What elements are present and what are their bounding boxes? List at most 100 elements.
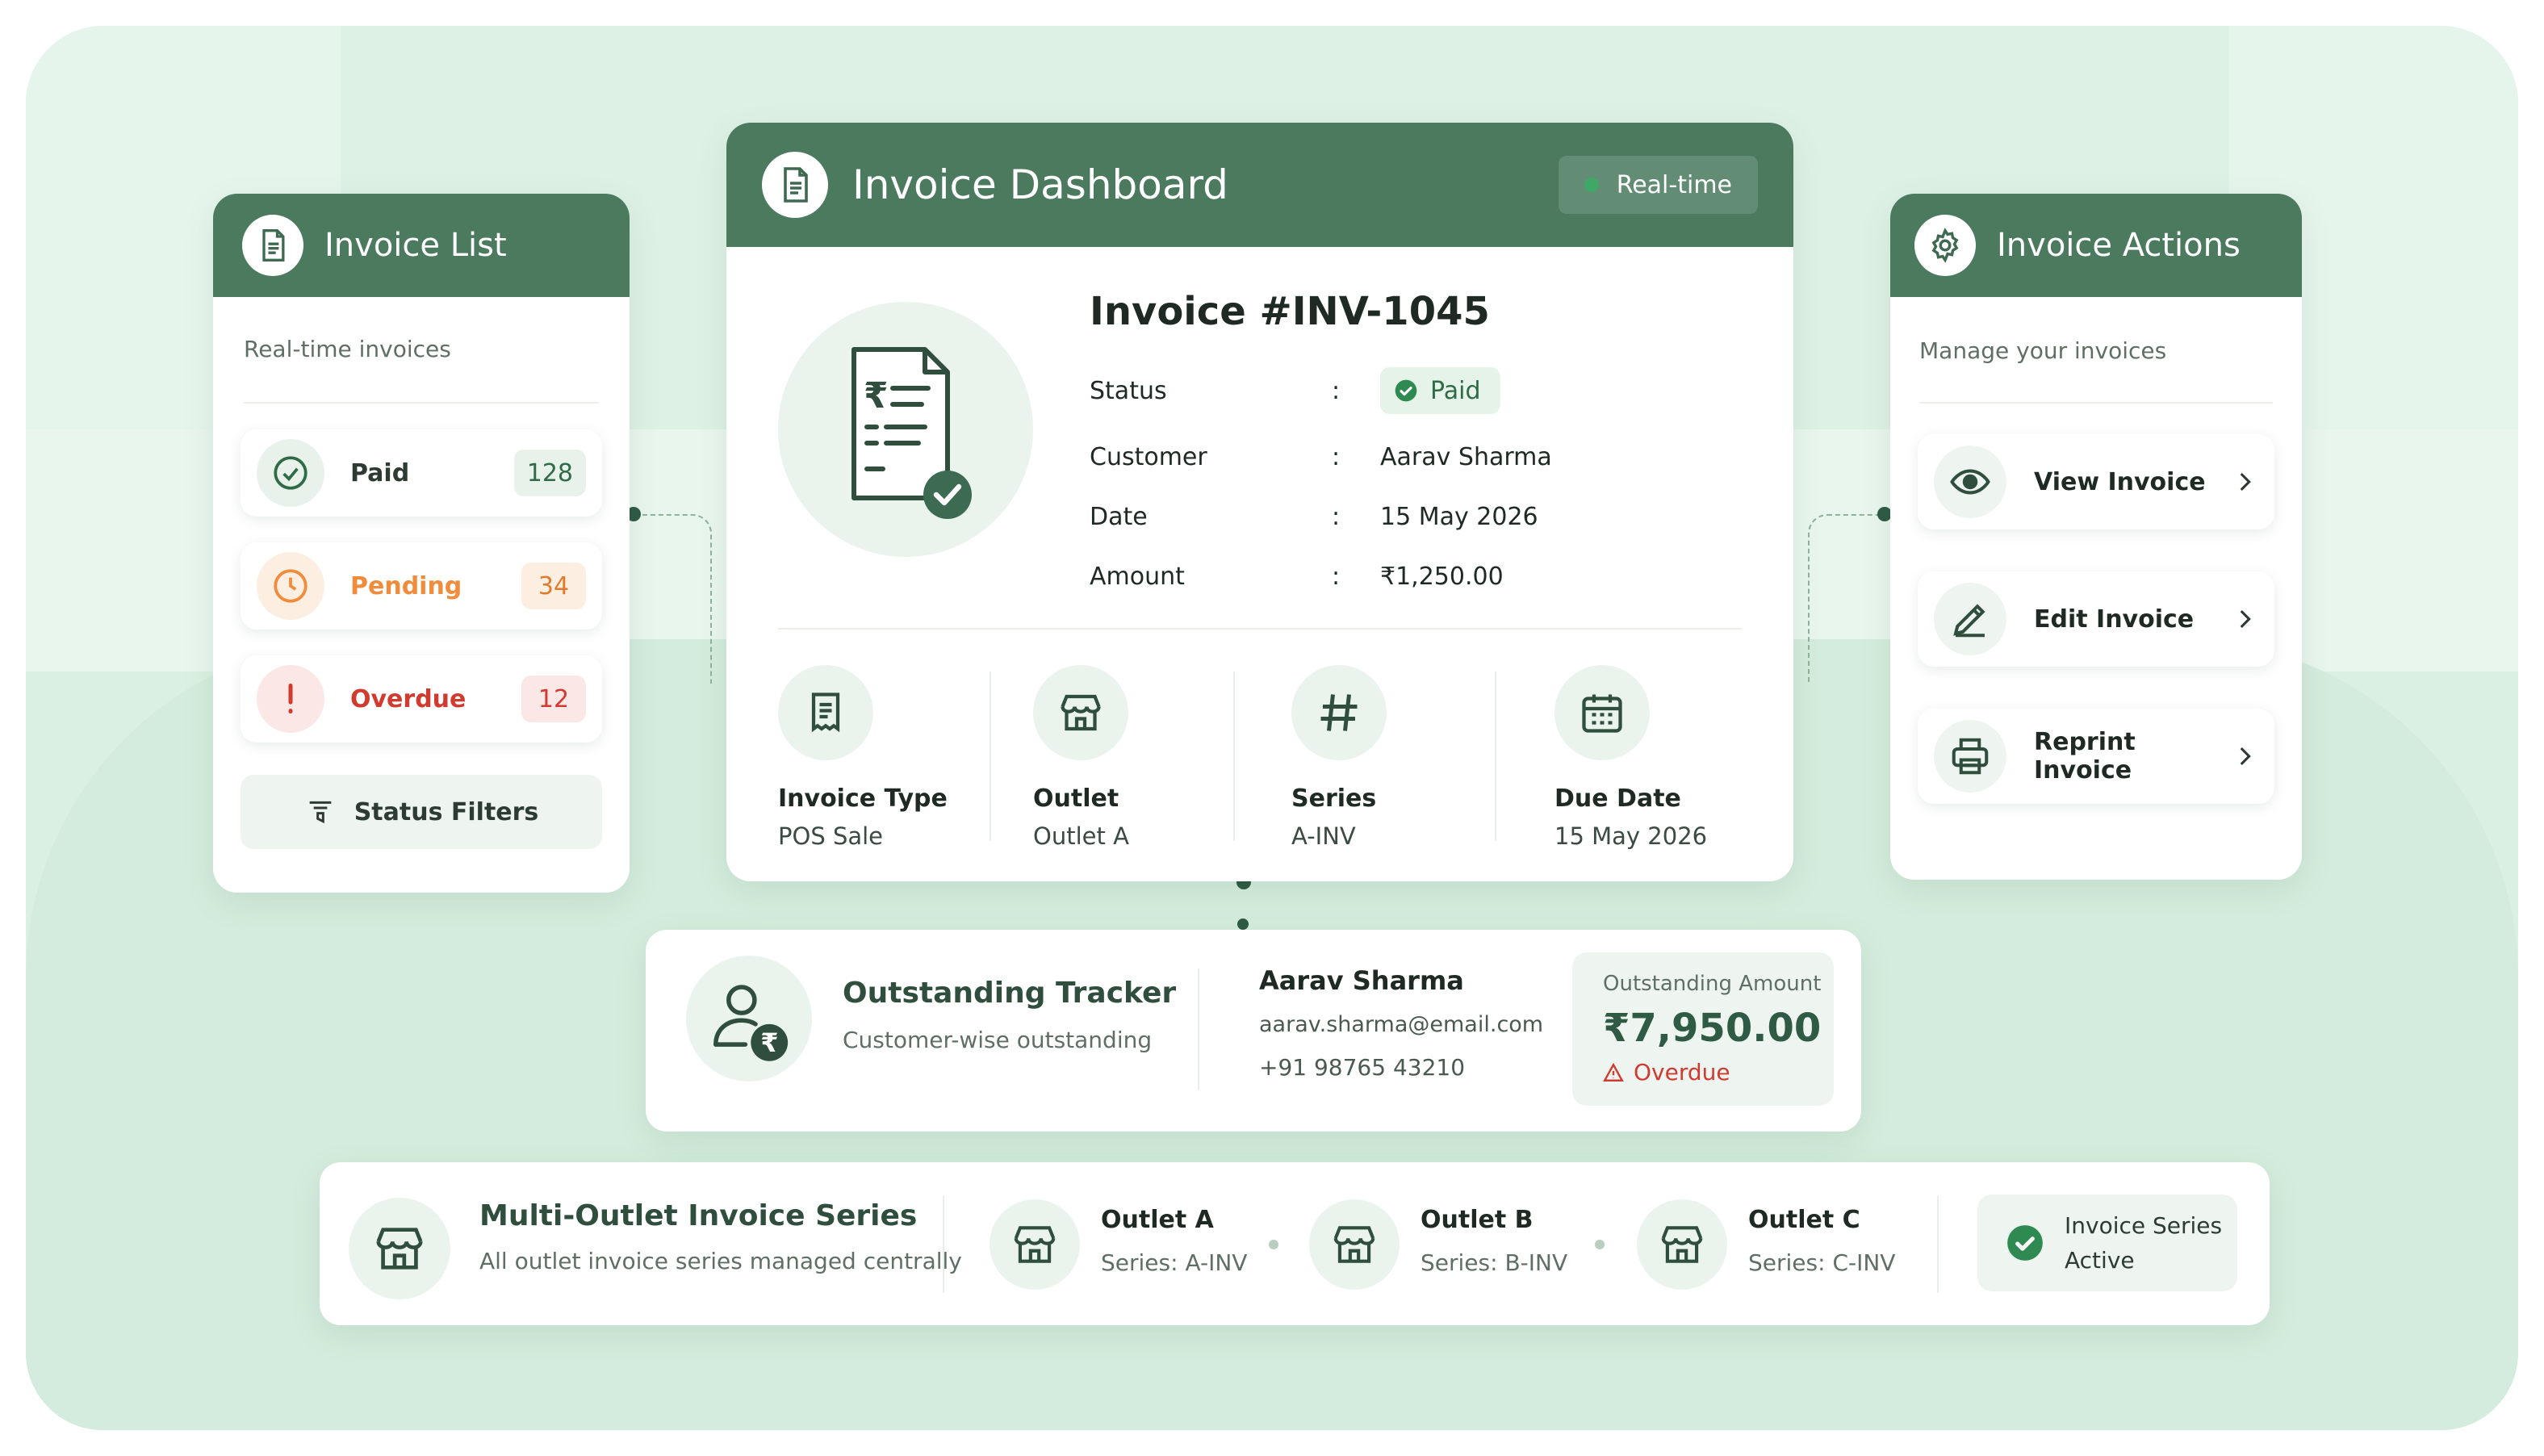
- field-date: Date : 15 May 2026: [1090, 492, 1538, 541]
- field-separator: :: [1332, 376, 1341, 405]
- warning-icon: [1603, 1062, 1624, 1083]
- customer-rupee-icon: ₹: [686, 956, 812, 1082]
- divider: [1919, 402, 2273, 404]
- view-invoice-button[interactable]: View Invoice: [1918, 434, 2274, 529]
- chevron-right-icon: [2231, 605, 2258, 633]
- svg-text:₹: ₹: [760, 1027, 778, 1058]
- check-circle-icon: [2005, 1223, 2045, 1263]
- meta-label: Due Date: [1554, 784, 1681, 813]
- chevron-right-icon: [2231, 743, 2258, 770]
- divider: [1198, 969, 1199, 1090]
- document-icon: [242, 215, 303, 276]
- series-active-line1: Invoice Series: [2065, 1211, 2223, 1239]
- amount-value: ₹1,250.00: [1380, 562, 1504, 591]
- store-icon: [349, 1198, 450, 1299]
- meta-value: 15 May 2026: [1554, 822, 1708, 850]
- meta-value: A-INV: [1291, 822, 1356, 850]
- invoice-dashboard-title: Invoice Dashboard: [852, 161, 1228, 208]
- status-count-overdue: 12: [521, 676, 586, 722]
- outlet-c-series: Series: C-INV: [1748, 1249, 1896, 1276]
- status-label-paid: Paid: [350, 458, 410, 487]
- outlet-a-name: Outlet A: [1101, 1206, 1214, 1234]
- svg-text:₹: ₹: [864, 375, 889, 416]
- series-active-text: Invoice Series Active: [2065, 1208, 2222, 1278]
- invoice-list-header: Invoice List: [213, 194, 630, 297]
- invoice-actions-title: Invoice Actions: [1997, 227, 2241, 264]
- outlet-a-series: Series: A-INV: [1101, 1249, 1248, 1276]
- divider: [1233, 672, 1235, 841]
- outlet-c-name: Outlet C: [1748, 1206, 1860, 1234]
- date-value: 15 May 2026: [1380, 502, 1538, 531]
- hash-icon: [1291, 665, 1387, 760]
- exclamation-icon: [257, 665, 324, 733]
- series-subtitle: All outlet invoice series managed centra…: [479, 1248, 962, 1274]
- outstanding-amount-label: Outstanding Amount: [1603, 972, 1822, 996]
- status-item-overdue[interactable]: Overdue 12: [241, 655, 602, 743]
- separator-dot: [1269, 1240, 1278, 1249]
- status-value: Paid: [1430, 376, 1481, 405]
- store-icon: [990, 1199, 1080, 1290]
- status-filters-button[interactable]: Status Filters: [241, 775, 602, 849]
- customer-email[interactable]: aarav.sharma@email.com: [1259, 1012, 1543, 1037]
- status-count-paid: 128: [513, 450, 586, 496]
- meta-invoice-type: Invoice Type POS Sale: [778, 665, 948, 850]
- overdue-status-label: Overdue: [1634, 1059, 1730, 1086]
- multi-outlet-series-card: Multi-Outlet Invoice Series All outlet i…: [320, 1162, 2270, 1325]
- series-active-badge: Invoice Series Active: [1977, 1195, 2237, 1291]
- meta-label: Series: [1291, 784, 1377, 813]
- invoice-dashboard-card: Invoice Dashboard Real-time ₹ Invoice #I…: [726, 123, 1793, 881]
- field-status: Status : Paid: [1090, 366, 1500, 415]
- invoice-actions-header: Invoice Actions: [1890, 194, 2302, 297]
- connector-right: [1808, 514, 1885, 684]
- divider: [778, 628, 1742, 630]
- overdue-status: Overdue: [1603, 1059, 1834, 1086]
- reprint-invoice-button[interactable]: Reprint Invoice: [1918, 709, 2274, 804]
- status-item-pending[interactable]: Pending 34: [241, 542, 602, 630]
- chevron-right-icon: [2231, 468, 2258, 496]
- outstanding-amount-box: Outstanding Amount ₹7,950.00 Overdue: [1572, 952, 1834, 1106]
- series-title: Multi-Outlet Invoice Series: [479, 1199, 918, 1232]
- invoice-illustration: ₹: [778, 302, 1033, 557]
- field-key: Date: [1090, 502, 1148, 531]
- store-icon: [1309, 1199, 1400, 1290]
- clock-icon: [257, 552, 324, 620]
- outlet-b-name: Outlet B: [1421, 1206, 1534, 1234]
- field-customer: Customer : Aarav Sharma: [1090, 433, 1552, 481]
- outlet-b-series: Series: B-INV: [1421, 1249, 1568, 1276]
- tracker-title: Outstanding Tracker: [843, 977, 1177, 1010]
- check-circle-icon: [1393, 378, 1419, 404]
- invoice-list-card: Invoice List Real-time invoices Paid 128…: [213, 194, 630, 893]
- pencil-icon: [1934, 583, 2006, 655]
- status-item-paid[interactable]: Paid 128: [241, 429, 602, 517]
- calendar-icon: [1554, 665, 1650, 760]
- receipt-icon: [778, 665, 873, 760]
- field-amount: Amount : ₹1,250.00: [1090, 552, 1504, 600]
- gear-icon: [1914, 215, 1976, 276]
- invoice-actions-subtitle: Manage your invoices: [1919, 337, 2167, 364]
- divider: [1495, 672, 1496, 841]
- filter-icon: [304, 796, 337, 828]
- customer-value: Aarav Sharma: [1380, 442, 1552, 471]
- field-key: Customer: [1090, 442, 1207, 471]
- meta-label: Invoice Type: [778, 784, 948, 813]
- store-icon: [1637, 1199, 1727, 1290]
- status-label-overdue: Overdue: [350, 684, 467, 713]
- edit-invoice-button[interactable]: Edit Invoice: [1918, 571, 2274, 667]
- meta-outlet: Outlet Outlet A: [1033, 665, 1129, 850]
- realtime-label: Real-time: [1616, 170, 1732, 199]
- connector-dot-center-bottom: [1237, 918, 1249, 930]
- meta-value: Outlet A: [1033, 822, 1129, 850]
- series-active-line2: Active: [2065, 1247, 2135, 1274]
- edit-invoice-label: Edit Invoice: [2034, 605, 2195, 634]
- eye-icon: [1934, 446, 2006, 518]
- customer-name: Aarav Sharma: [1259, 965, 1464, 996]
- field-separator: :: [1332, 502, 1341, 531]
- customer-phone: +91 98765 43210: [1259, 1054, 1466, 1081]
- divider: [943, 1196, 944, 1293]
- meta-value: POS Sale: [778, 822, 884, 850]
- realtime-chip[interactable]: Real-time: [1558, 156, 1758, 214]
- field-separator: :: [1332, 562, 1341, 591]
- printer-icon: [1934, 720, 2006, 793]
- invoice-dashboard-header: Invoice Dashboard Real-time: [726, 123, 1793, 247]
- meta-label: Outlet: [1033, 784, 1119, 813]
